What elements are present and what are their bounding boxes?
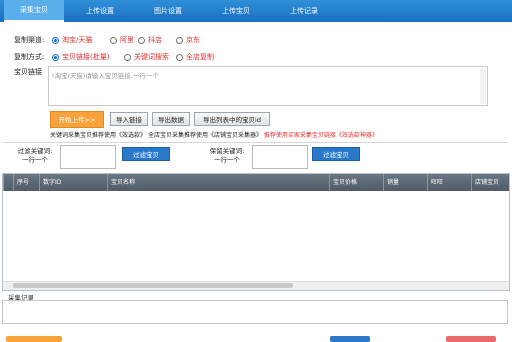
start-upload-button[interactable]: 开始上传>> xyxy=(50,111,104,128)
radio-channel-jd[interactable]: 京东 xyxy=(176,35,200,45)
export-data-button[interactable]: 导出数据 xyxy=(152,112,190,126)
radio-checked-icon xyxy=(52,53,59,61)
bottom-bar xyxy=(0,332,512,342)
tab-bar: 采集宝贝 上传设置 图片设置 上传宝贝 上传记录 xyxy=(0,0,512,22)
links-placeholder: (淘宝/天猫)请输入宝贝链接,一行一个 xyxy=(52,72,159,80)
keep-filter-button[interactable]: 过滤宝贝 xyxy=(312,147,360,161)
tab-upload-items[interactable]: 上传宝贝 xyxy=(214,0,258,22)
tab-upload-log[interactable]: 上传记录 xyxy=(282,0,326,22)
radio-channel-taobao[interactable]: 淘宝/天猫 xyxy=(52,35,92,45)
column-header[interactable]: 店铺宝贝 xyxy=(471,174,509,191)
exclude-filter-button[interactable]: 过滤宝贝 xyxy=(122,147,170,161)
column-header[interactable]: 序号 xyxy=(13,174,39,191)
keep-keywords-label: 保留关键词: 一行一个 xyxy=(209,147,245,164)
column-header[interactable]: 宝贝价格 xyxy=(329,174,383,191)
copy-mode-label: 复制方式: xyxy=(14,53,45,61)
table-horizontal-scrollbar[interactable] xyxy=(3,281,509,290)
scrollbar-thumb[interactable] xyxy=(13,283,293,288)
exclude-keywords-input[interactable] xyxy=(60,145,116,169)
column-header[interactable]: 宝贝名称 xyxy=(107,174,329,191)
radio-channel-douyin[interactable]: 抖店 xyxy=(138,35,162,45)
table-header: 序号 数字ID 宝贝名称 宝贝价格 销量 旺旺 店铺宝贝 xyxy=(3,174,509,191)
column-header[interactable]: 旺旺 xyxy=(427,174,471,191)
tab-upload-settings[interactable]: 上传设置 xyxy=(78,0,122,22)
links-textarea[interactable]: (淘宝/天猫)请输入宝贝链接,一行一个 xyxy=(48,66,488,106)
tips-line: 关键词采集宝贝推荐使用《效选款》 全店宝贝采集推荐使用《店铺宝贝采集器》 推荐使… xyxy=(50,132,378,139)
radio-channel-ali[interactable]: 阿里 xyxy=(110,35,134,45)
tab-image-settings[interactable]: 图片设置 xyxy=(146,0,190,22)
export-ids-button[interactable]: 导出列表中的宝贝id xyxy=(194,112,270,126)
radio-unchecked-icon xyxy=(138,36,145,44)
links-label: 宝贝链接 xyxy=(14,68,42,76)
bottom-button[interactable] xyxy=(446,336,496,342)
import-links-button[interactable]: 导入链接 xyxy=(110,112,148,126)
textarea-scrollbar[interactable] xyxy=(480,68,486,104)
log-box xyxy=(2,300,508,324)
items-table: 序号 数字ID 宝贝名称 宝贝价格 销量 旺旺 店铺宝贝 xyxy=(2,173,510,291)
column-header[interactable]: 数字ID xyxy=(39,174,107,191)
radio-mode-keyword[interactable]: 关键词搜索 xyxy=(124,52,169,62)
bottom-button[interactable] xyxy=(6,336,62,342)
tab-collect[interactable]: 采集宝贝 xyxy=(4,0,64,22)
copy-channel-label: 复制渠道: xyxy=(14,36,45,44)
bottom-button[interactable] xyxy=(330,336,370,342)
filter-panel: 过滤关键词: 一行一个 过滤宝贝 保留关键词: 一行一个 过滤宝贝 xyxy=(2,142,508,171)
row-header-cell xyxy=(3,174,13,191)
exclude-keywords-label: 过滤关键词: 一行一个 xyxy=(17,147,53,164)
radio-mode-links[interactable]: 宝贝链接(批量) xyxy=(52,52,109,62)
radio-checked-icon xyxy=(52,36,59,44)
column-header[interactable]: 销量 xyxy=(383,174,427,191)
keep-keywords-input[interactable] xyxy=(252,145,308,169)
radio-unchecked-icon xyxy=(110,36,117,44)
radio-unchecked-icon xyxy=(176,36,183,44)
radio-unchecked-icon xyxy=(176,53,183,61)
radio-unchecked-icon xyxy=(124,53,131,61)
radio-mode-shop[interactable]: 全店复制 xyxy=(176,52,214,62)
